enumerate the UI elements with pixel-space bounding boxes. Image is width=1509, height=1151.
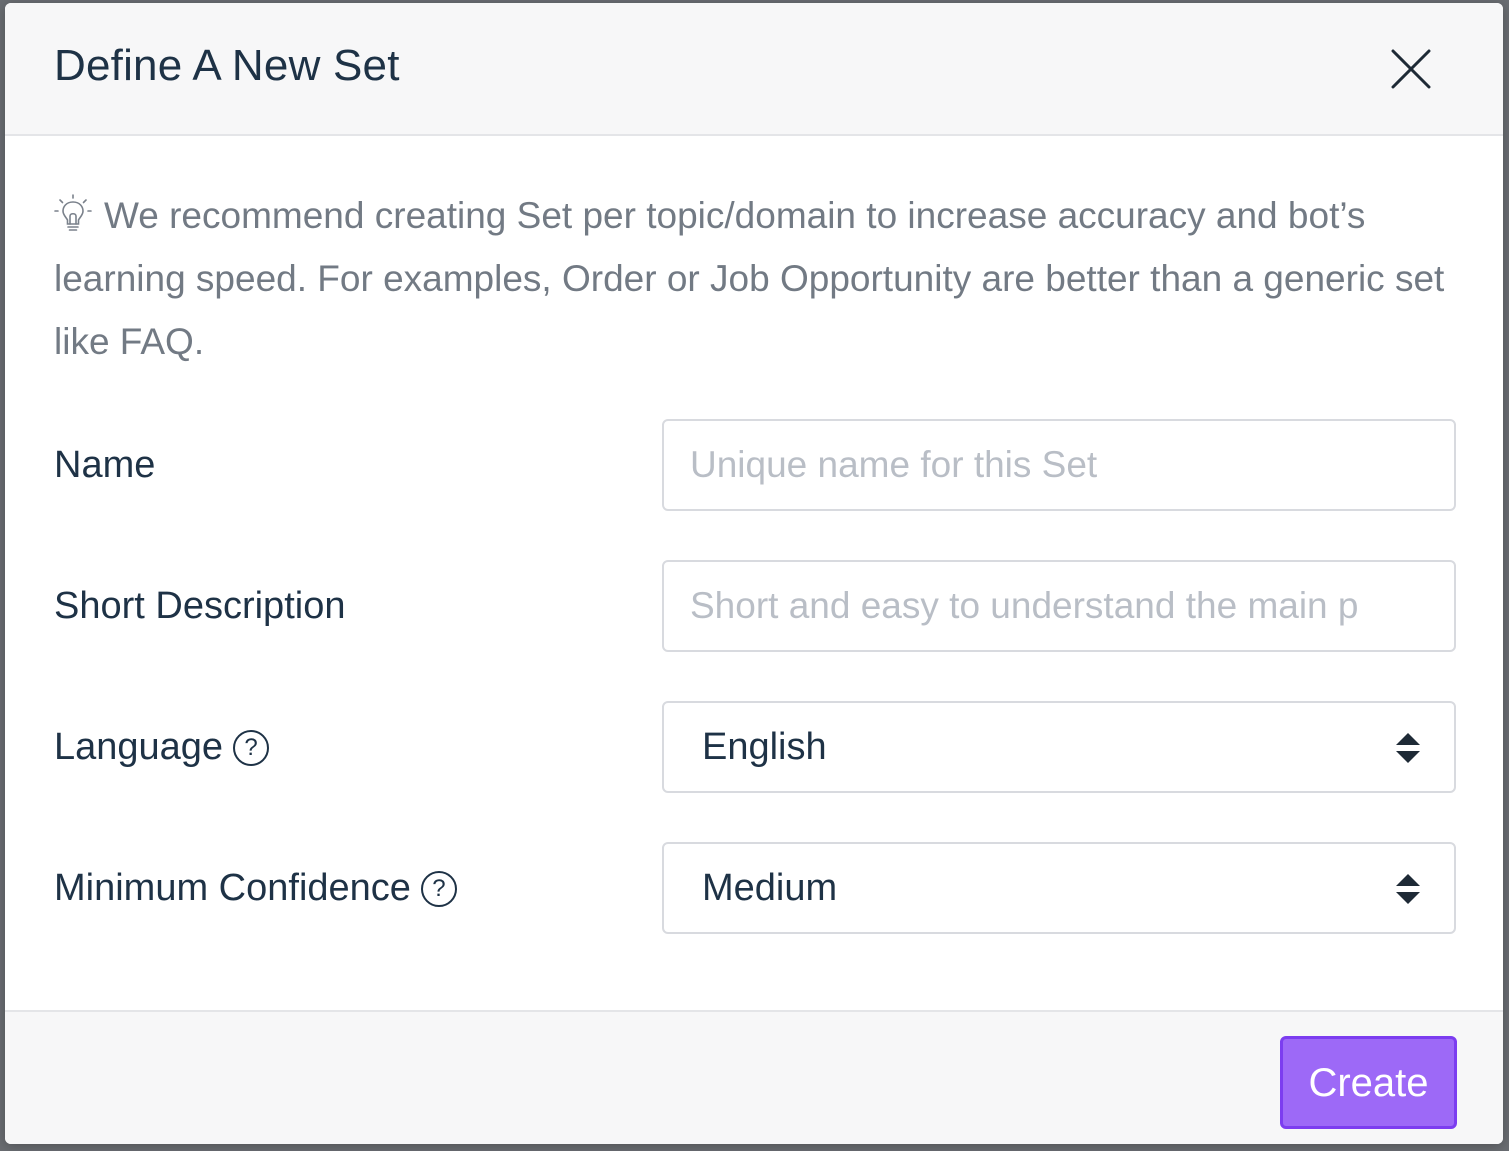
tip-text: We recommend creating Set per topic/doma…: [54, 195, 1445, 362]
description-input[interactable]: [690, 562, 1430, 650]
description-row: Short Description: [5, 560, 1503, 652]
define-set-modal: Define A New Set We recommend creating S…: [5, 3, 1503, 1144]
modal-footer: Create: [5, 1010, 1503, 1144]
description-field-box[interactable]: [662, 560, 1456, 652]
recommendation-tip: We recommend creating Set per topic/doma…: [54, 184, 1454, 373]
language-selected-value: English: [702, 726, 827, 768]
name-row: Name: [5, 419, 1503, 511]
modal-body: We recommend creating Set per topic/doma…: [5, 136, 1503, 1010]
confidence-select[interactable]: Medium: [662, 842, 1456, 934]
close-button[interactable]: [1388, 46, 1434, 92]
create-button[interactable]: Create: [1280, 1036, 1457, 1129]
question-circle-icon[interactable]: ?: [233, 730, 270, 766]
language-select[interactable]: English: [662, 701, 1456, 793]
description-label: Short Description: [54, 585, 346, 627]
confidence-label-wrap: Minimum Confidence?: [54, 842, 457, 934]
sort-arrows-icon: [1396, 874, 1420, 904]
language-label: Language: [54, 726, 224, 768]
name-input[interactable]: [690, 421, 1430, 509]
sort-arrows-icon: [1396, 733, 1420, 763]
modal-title: Define A New Set: [54, 41, 400, 90]
name-label: Name: [54, 444, 156, 486]
modal-header: Define A New Set: [5, 3, 1503, 136]
confidence-label: Minimum Confidence: [54, 867, 411, 909]
name-field-box[interactable]: [662, 419, 1456, 511]
confidence-row: Minimum Confidence? Medium: [5, 842, 1503, 934]
language-row: Language? English: [5, 701, 1503, 793]
lightbulb-icon: [54, 194, 92, 231]
close-icon: [1391, 49, 1431, 89]
language-label-wrap: Language?: [54, 701, 270, 793]
question-circle-icon[interactable]: ?: [420, 871, 457, 907]
confidence-selected-value: Medium: [702, 867, 838, 909]
